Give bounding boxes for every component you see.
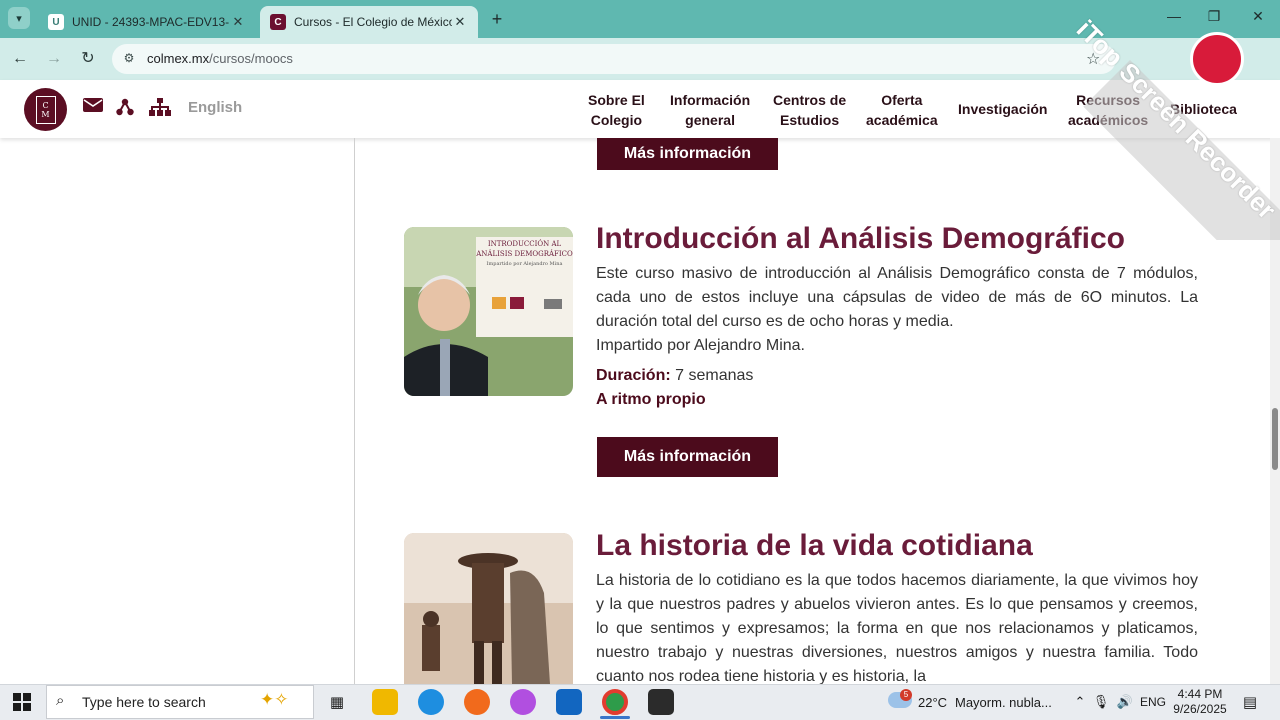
course-pace: A ritmo propio: [596, 391, 706, 408]
tab-close-icon[interactable]: ✕: [452, 14, 468, 30]
chrome-icon[interactable]: [602, 689, 628, 715]
notifications-icon[interactable]: ▤: [1240, 690, 1260, 714]
nav-line: Estudios: [780, 112, 840, 128]
tab-search-button[interactable]: ▾: [8, 7, 30, 29]
sparkle-icon: ✦✧: [260, 690, 289, 709]
clock-time: 4:44 PM: [1177, 687, 1223, 701]
course-description: Este curso masivo de introducción al Aná…: [596, 265, 1198, 330]
course-instructor: Impartido por Alejandro Mina.: [596, 337, 805, 354]
nav-line: Sobre El: [588, 92, 645, 108]
nav-line: Información: [670, 92, 751, 108]
mail-icon[interactable]: [83, 97, 103, 113]
colmex-logo[interactable]: CM: [24, 88, 67, 131]
back-icon[interactable]: ←: [8, 47, 32, 71]
url-text[interactable]: colmex.mx/cursos/moocs: [147, 51, 293, 66]
course-thumbnail-vida-cotidiana: [404, 533, 573, 684]
task-view-icon[interactable]: ▦: [326, 690, 348, 714]
screen-recorder-icon[interactable]: [648, 689, 674, 715]
language-indicator[interactable]: ENG: [1140, 690, 1166, 714]
new-tab-icon[interactable]: +: [486, 8, 508, 30]
volume-icon[interactable]: 🔊: [1116, 690, 1134, 714]
tab-unid[interactable]: U UNID - 24393-MPAC-EDV13-D ✕: [38, 6, 256, 38]
english-link[interactable]: English: [188, 99, 242, 116]
course-description: La historia de lo cotidiano es la que to…: [596, 572, 1198, 684]
firefox-icon[interactable]: [464, 689, 490, 715]
file-explorer-icon[interactable]: [372, 689, 398, 715]
colmex-favicon-icon: C: [270, 14, 286, 30]
tab-cursos[interactable]: C Cursos - El Colegio de México, A ✕: [260, 6, 478, 38]
nav-oferta-academica[interactable]: Oferta académica: [866, 90, 938, 130]
weather-temp[interactable]: 22°C: [918, 690, 947, 714]
nav-sobre-el-colegio[interactable]: Sobre El Colegio: [588, 90, 645, 130]
active-app-indicator: [600, 716, 630, 719]
edge-icon[interactable]: [418, 689, 444, 715]
nav-informacion-general[interactable]: Información general: [670, 90, 750, 130]
network-icon[interactable]: [116, 98, 134, 116]
image-caption-line: ANÁLISIS DEMOGRÁFICO: [476, 250, 573, 258]
sidebar-divider: [354, 138, 355, 684]
url-path: /cursos/moocs: [209, 51, 293, 66]
nav-line: Colegio: [590, 112, 643, 128]
sitemap-icon[interactable]: [149, 98, 171, 116]
outlook-icon[interactable]: [556, 689, 582, 715]
weather-text[interactable]: Mayorm. nubla...: [955, 690, 1052, 714]
nav-line: Investigación: [958, 101, 1048, 117]
minimize-icon[interactable]: —: [1152, 8, 1196, 24]
url-domain: colmex.mx: [147, 51, 210, 66]
nav-line: académica: [866, 112, 938, 128]
image-caption-line: INTRODUCCIÓN AL: [487, 240, 562, 248]
duration-value: 7 semanas: [675, 367, 754, 384]
image-caption-line: Impartido por Alejandro Mina: [486, 261, 563, 267]
previous-more-info-button[interactable]: Más información: [597, 138, 778, 170]
taskbar-search-text: Type here to search: [82, 694, 206, 710]
search-icon: ⌕: [56, 692, 65, 709]
course-duration: Duración: 7 semanas: [596, 367, 753, 385]
course-title[interactable]: La historia de la vida cotidiana: [596, 529, 1033, 563]
course-title[interactable]: Introducción al Análisis Demográfico: [596, 222, 1125, 256]
system-clock[interactable]: 4:44 PM 9/26/2025: [1172, 687, 1228, 717]
logo-emblem-icon: CM: [35, 95, 56, 124]
tab-title: UNID - 24393-MPAC-EDV13-D: [72, 15, 230, 29]
course-image-demografia[interactable]: INTRODUCCIÓN AL ANÁLISIS DEMOGRÁFICO Imp…: [404, 227, 573, 396]
nav-line: Oferta: [881, 92, 923, 108]
nav-line: Centros de: [773, 92, 847, 108]
tab-close-icon[interactable]: ✕: [230, 14, 246, 30]
forward-icon[interactable]: →: [42, 47, 66, 71]
weather-badge: 5: [900, 689, 912, 701]
microphone-icon[interactable]: 🎙: [1093, 690, 1110, 714]
nav-line: general: [685, 112, 735, 128]
duration-label: Duración:: [596, 367, 671, 384]
nav-investigacion[interactable]: Investigación: [958, 99, 1047, 119]
clock-date: 9/26/2025: [1173, 702, 1227, 716]
copilot-icon[interactable]: [510, 689, 536, 715]
show-hidden-icons-icon[interactable]: ⌃: [1072, 690, 1088, 714]
windows-start-icon[interactable]: [13, 693, 31, 711]
more-info-button[interactable]: Más información: [597, 437, 778, 477]
tab-title: Cursos - El Colegio de México, A: [294, 15, 452, 29]
scrollbar-thumb[interactable]: [1272, 408, 1278, 470]
site-info-icon[interactable]: ⚙: [121, 51, 137, 67]
nav-centros-de-estudios[interactable]: Centros de Estudios: [773, 90, 846, 130]
reload-icon[interactable]: ↻: [76, 47, 100, 71]
unid-favicon-icon: U: [48, 14, 64, 30]
nav-line: académicos: [1068, 112, 1149, 128]
course-image-vida-cotidiana[interactable]: [404, 533, 573, 684]
window-close-icon[interactable]: ✕: [1236, 8, 1280, 25]
restore-icon[interactable]: ❐: [1192, 8, 1236, 25]
recorder-logo-icon: [1190, 32, 1244, 86]
